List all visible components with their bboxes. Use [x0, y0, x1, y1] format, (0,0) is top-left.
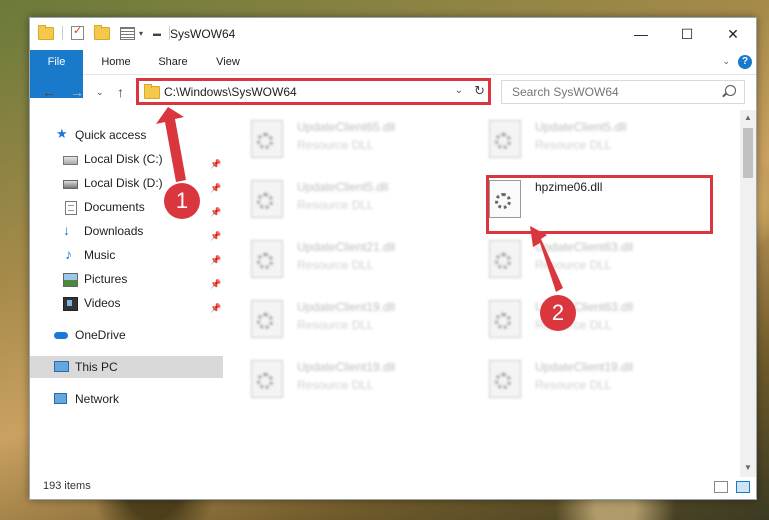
star-icon: ★ [56, 126, 68, 141]
nav-label: OneDrive [75, 328, 126, 342]
step-badge-1: 1 [164, 183, 200, 219]
nav-label: Local Disk (D:) [84, 176, 163, 190]
computer-icon [54, 361, 69, 372]
search-input[interactable] [510, 84, 714, 100]
nav-label: Music [84, 248, 116, 262]
nav-network[interactable]: Network [30, 388, 223, 410]
nav-label: Downloads [84, 224, 144, 238]
large-icons-view-icon[interactable] [736, 481, 750, 493]
address-path[interactable]: C:\Windows\SysWOW64 [164, 85, 297, 99]
ribbon-tabs: File Home Share View ⌄ ? [30, 50, 756, 98]
pictures-icon [63, 273, 78, 287]
nav-label: Documents [84, 200, 145, 214]
new-folder-icon[interactable] [94, 24, 110, 40]
minimize-button[interactable]: — [618, 18, 664, 50]
nav-videos[interactable]: Videos 📌 [30, 292, 223, 314]
window-title: SysWOW64 [170, 27, 236, 41]
dll-file-icon [251, 240, 283, 278]
chevron-down-icon[interactable]: ▾ [139, 29, 143, 38]
dll-file-icon [489, 240, 521, 278]
network-icon [54, 393, 67, 404]
download-icon: ↓ [63, 222, 70, 238]
file-item[interactable]: UpdateClient5.dll Resource DLL [227, 176, 447, 224]
dll-file-icon [251, 300, 283, 338]
drive-icon [63, 180, 78, 189]
quick-access-toolbar: ▾ ▬ [38, 24, 174, 40]
tab-home[interactable]: Home [90, 50, 142, 74]
toolbar-separator [62, 26, 63, 40]
vertical-scrollbar[interactable]: ▲ ▼ [740, 110, 756, 477]
nav-label: Pictures [84, 272, 128, 286]
help-button[interactable]: ? [738, 55, 752, 69]
dll-file-icon [251, 120, 283, 158]
address-bar[interactable]: C:\Windows\SysWOW64 ⌄ ↻ [138, 80, 490, 104]
scrollbar-thumb[interactable] [743, 128, 753, 178]
navigation-pane: ★ Quick access Local Disk (C:) 📌 Local D… [30, 110, 226, 470]
scroll-up-icon[interactable]: ▲ [744, 113, 752, 122]
search-icon[interactable] [725, 85, 736, 96]
nav-label: Videos [84, 296, 121, 310]
dll-file-icon [489, 120, 521, 158]
nav-this-pc[interactable]: This PC [30, 356, 223, 378]
expand-ribbon-icon[interactable]: ⌄ [722, 56, 730, 67]
forward-arrow-icon[interactable]: → [70, 84, 84, 100]
recent-locations-icon[interactable]: ⌄ [96, 87, 104, 98]
dll-file-icon [489, 180, 521, 218]
file-item[interactable]: UpdateClient19.dll Resource DLL [465, 356, 685, 404]
videos-icon [63, 297, 78, 311]
tab-share[interactable]: Share [148, 50, 198, 74]
file-item[interactable]: UpdateClient19.dll Resource DLL [227, 296, 447, 344]
nav-label: This PC [75, 360, 118, 374]
customize-icon[interactable] [120, 26, 135, 40]
file-item[interactable]: UpdateClient19.dll Resource DLL [227, 356, 447, 404]
step-badge-2: 2 [540, 295, 576, 331]
title-bar: ▾ ▬ SysWOW64 — ☐ ✕ [30, 18, 756, 50]
status-bar: 193 items [30, 477, 756, 499]
refresh-icon[interactable]: ↻ [474, 83, 485, 99]
nav-local-disk-c[interactable]: Local Disk (C:) 📌 [30, 148, 223, 170]
dll-file-icon [251, 360, 283, 398]
tab-view[interactable]: View [204, 50, 252, 74]
folder-icon [144, 84, 160, 99]
folder-icon[interactable] [38, 24, 54, 40]
drive-icon [63, 156, 78, 165]
file-list: UpdateClient65.dll Resource DLL UpdateCl… [227, 110, 742, 470]
dll-file-icon [251, 180, 283, 218]
pin-icon[interactable]: 📌 [210, 297, 221, 319]
file-item[interactable]: UpdateClient21.dll Resource DLL [227, 236, 447, 284]
dll-file-icon [489, 300, 521, 338]
nav-label: Local Disk (C:) [84, 152, 163, 166]
dll-file-icon [489, 360, 521, 398]
maximize-button[interactable]: ☐ [664, 18, 710, 50]
nav-downloads[interactable]: ↓ Downloads 📌 [30, 220, 223, 242]
chevron-down-icon[interactable]: ⌄ [455, 85, 463, 96]
search-box[interactable] [501, 80, 745, 104]
file-item[interactable]: UpdateClient65.dll Resource DLL [227, 116, 447, 164]
cloud-icon [54, 332, 68, 339]
scroll-down-icon[interactable]: ▼ [744, 463, 752, 472]
file-item-hpzime06[interactable]: hpzime06.dll [465, 176, 685, 224]
file-item[interactable]: UpdateClient63.dll Resource DLL [465, 296, 685, 344]
nav-onedrive[interactable]: OneDrive [30, 324, 223, 346]
back-arrow-icon[interactable]: ← [42, 84, 56, 100]
file-item[interactable]: UpdateClient63.dll Resource DLL [465, 236, 685, 284]
address-row: ← → ⌄ ↑ C:\Windows\SysWOW64 ⌄ ↻ [30, 75, 756, 109]
file-item[interactable]: UpdateClient5.dll Resource DLL [465, 116, 685, 164]
properties-check-icon[interactable] [71, 24, 84, 40]
item-count: 193 items [43, 480, 91, 492]
nav-label: Quick access [75, 128, 147, 142]
details-view-icon[interactable] [714, 481, 728, 493]
nav-quick-access[interactable]: ★ Quick access [30, 124, 223, 146]
nav-music[interactable]: ♪ Music 📌 [30, 244, 223, 266]
documents-icon [65, 201, 77, 215]
up-arrow-icon[interactable]: ↑ [117, 84, 124, 100]
nav-pictures[interactable]: Pictures 📌 [30, 268, 223, 290]
quick-access-menu-icon[interactable]: ▬ [153, 29, 161, 38]
close-button[interactable]: ✕ [710, 18, 756, 50]
nav-label: Network [75, 392, 120, 406]
file-explorer-window: ▾ ▬ SysWOW64 — ☐ ✕ File Home Share View … [29, 17, 757, 500]
music-icon: ♪ [65, 246, 72, 262]
